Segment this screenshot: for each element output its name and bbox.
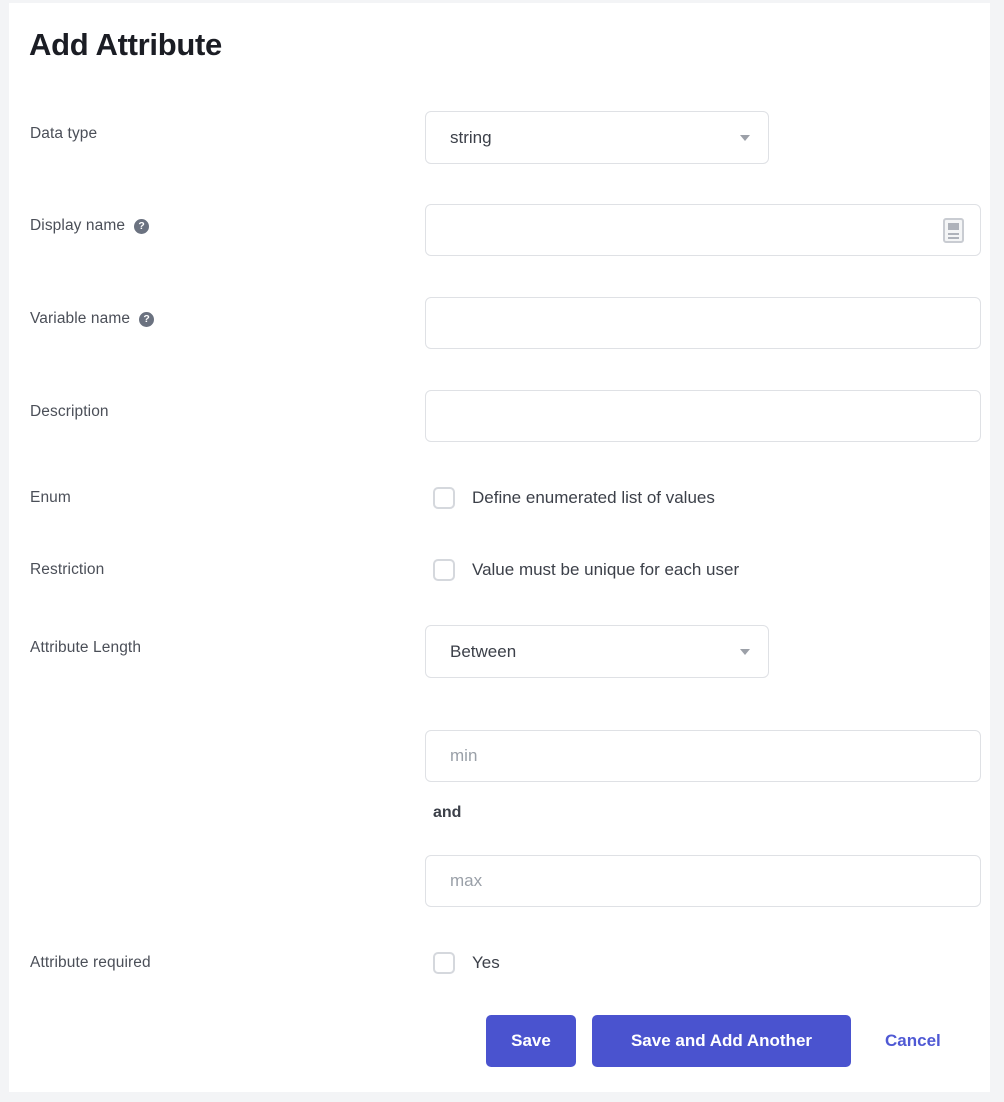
form-row-restriction: Restriction Value must be unique for eac… [9,559,990,583]
page-root: Add Attribute Data type string Display n… [0,0,1004,1102]
label-attribute-required-text: Attribute required [30,954,151,971]
label-data-type-text: Data type [30,125,97,142]
attribute-required-checkbox-label: Yes [472,953,500,973]
add-attribute-card: Add Attribute Data type string Display n… [9,3,990,1092]
label-variable-name-text: Variable name [30,310,130,327]
label-attribute-required: Attribute required [30,954,151,972]
variable-name-input[interactable] [425,297,981,349]
form-row-description: Description [9,390,990,442]
attribute-required-checkbox-row[interactable]: Yes [433,952,500,974]
length-conjunction-text: and [433,804,461,822]
label-display-name: Display name? [30,217,149,235]
enum-checkbox-label: Define enumerated list of values [472,488,715,508]
label-data-type: Data type [30,125,97,143]
length-min-placeholder: min [450,731,477,781]
length-max-input[interactable]: max [425,855,981,907]
cancel-button[interactable]: Cancel [885,1015,941,1067]
label-display-name-text: Display name [30,217,125,234]
label-restriction-text: Restriction [30,561,104,578]
label-variable-name: Variable name? [30,310,154,328]
form-actions: Save Save and Add Another Cancel [9,1015,990,1077]
attribute-length-select[interactable]: Between [425,625,769,678]
label-enum-text: Enum [30,489,71,506]
save-and-add-another-button[interactable]: Save and Add Another [592,1015,851,1067]
label-description-text: Description [30,403,109,420]
form-row-display-name: Display name? [9,204,990,256]
attribute-required-checkbox[interactable] [433,952,455,974]
form-row-length-min: min [9,730,990,782]
restriction-checkbox[interactable] [433,559,455,581]
form-row-data-type: Data type string [9,111,990,164]
chevron-down-icon [740,649,750,655]
data-type-select[interactable]: string [425,111,769,164]
form-row-length-conjunction: and [9,804,990,824]
form-row-length-max: max [9,855,990,907]
page-title: Add Attribute [29,27,222,63]
length-max-placeholder: max [450,856,482,906]
form-row-variable-name: Variable name? [9,297,990,349]
localization-icon[interactable] [943,218,964,243]
form-row-attribute-length: Attribute Length Between [9,625,990,678]
description-input[interactable] [425,390,981,442]
label-enum: Enum [30,489,71,507]
restriction-checkbox-label: Value must be unique for each user [472,560,739,580]
label-description: Description [30,403,109,421]
label-attribute-length: Attribute Length [30,639,141,657]
form-row-attribute-required: Attribute required Yes [9,952,990,976]
save-button[interactable]: Save [486,1015,576,1067]
label-restriction: Restriction [30,561,104,579]
enum-checkbox-row[interactable]: Define enumerated list of values [433,487,715,509]
form-row-enum: Enum Define enumerated list of values [9,487,990,511]
help-circle-icon[interactable]: ? [139,312,154,327]
chevron-down-icon [740,135,750,141]
data-type-selected-value: string [450,112,492,163]
length-min-input[interactable]: min [425,730,981,782]
display-name-input[interactable] [425,204,981,256]
label-attribute-length-text: Attribute Length [30,639,141,656]
help-circle-icon[interactable]: ? [134,219,149,234]
enum-checkbox[interactable] [433,487,455,509]
attribute-length-selected-value: Between [450,626,516,677]
restriction-checkbox-row[interactable]: Value must be unique for each user [433,559,739,581]
